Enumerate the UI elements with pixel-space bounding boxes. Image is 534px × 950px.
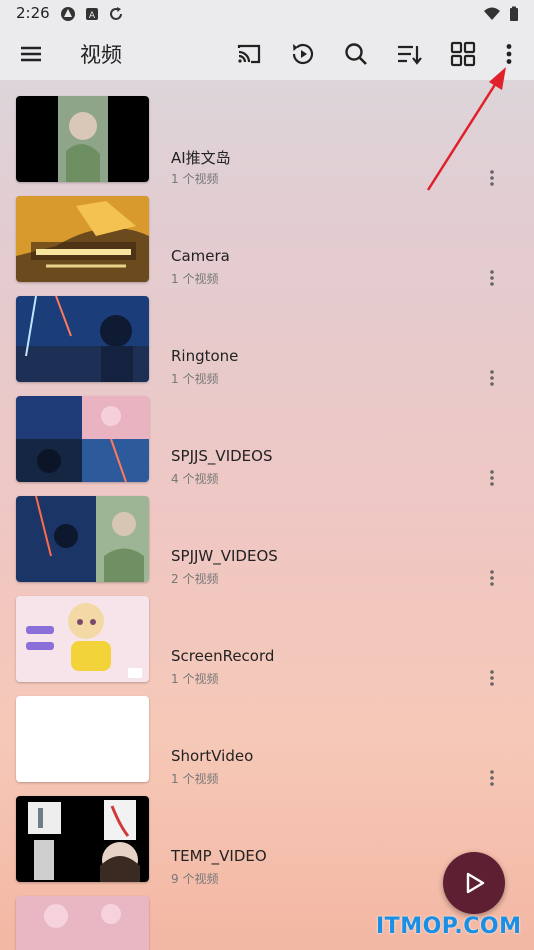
a-badge-icon: A: [86, 8, 98, 21]
battery-icon: [510, 6, 518, 21]
more-vert-icon[interactable]: [480, 166, 504, 190]
wifi-icon: [484, 7, 500, 20]
folder-thumbnail: [16, 796, 149, 882]
more-vert-icon[interactable]: [493, 38, 525, 70]
folder-row[interactable]: SPJJS_VIDEOS 4 个视频: [0, 396, 534, 486]
status-time: 2:26: [16, 4, 50, 22]
folder-thumbnail: [16, 196, 149, 282]
folder-video-count: 4 个视频: [171, 472, 219, 486]
folder-row[interactable]: ShortVideo 1 个视频: [0, 696, 534, 786]
folder-thumbnail: [16, 96, 149, 182]
history-icon[interactable]: [287, 38, 319, 70]
folder-row[interactable]: AI推文岛 1 个视频: [0, 96, 534, 186]
svg-text:A: A: [89, 11, 96, 21]
more-vert-icon[interactable]: [480, 666, 504, 690]
folder-name: SPJJS_VIDEOS: [171, 447, 273, 465]
watermark: ITMOP.COM: [376, 914, 522, 939]
folder-video-count: 1 个视频: [171, 272, 219, 286]
top-app-bar: 视频: [0, 28, 534, 80]
folder-name: ScreenRecord: [171, 647, 275, 665]
folder-thumbnail: [16, 596, 149, 682]
folder-name: AI推文岛: [171, 149, 231, 167]
more-vert-icon[interactable]: [480, 366, 504, 390]
folder-row[interactable]: Ringtone 1 个视频: [0, 296, 534, 386]
menu-icon[interactable]: [15, 38, 47, 70]
sync-icon: [110, 7, 122, 20]
sort-icon[interactable]: [393, 38, 425, 70]
page-title: 视频: [80, 43, 122, 67]
folder-thumbnail: [16, 396, 149, 482]
folder-row[interactable]: SPJJW_VIDEOS 2 个视频: [0, 496, 534, 586]
play-fab-button[interactable]: [443, 852, 505, 914]
folder-video-count: 9 个视频: [171, 872, 219, 886]
folder-video-count: 1 个视频: [171, 372, 219, 386]
cast-icon[interactable]: [233, 38, 265, 70]
app-notification-icon: [61, 7, 75, 21]
grid-view-icon[interactable]: [447, 38, 479, 70]
folder-video-count: 1 个视频: [171, 172, 219, 186]
folder-name: ShortVideo: [171, 747, 254, 765]
folder-video-count: 1 个视频: [171, 772, 219, 786]
folder-thumbnail: [16, 896, 149, 950]
folder-video-count: 2 个视频: [171, 572, 219, 586]
folder-thumbnail: [16, 696, 149, 782]
video-folders-screen: 2:26 A 视频 AI推文岛 1 个视频 Camera 1 个视频 Ringt…: [0, 0, 534, 950]
more-vert-icon[interactable]: [480, 566, 504, 590]
folder-name: SPJJW_VIDEOS: [171, 547, 278, 565]
more-vert-icon[interactable]: [480, 266, 504, 290]
more-vert-icon[interactable]: [480, 466, 504, 490]
more-vert-icon[interactable]: [480, 766, 504, 790]
folder-name: Ringtone: [171, 347, 239, 365]
folder-name: Camera: [171, 247, 230, 265]
search-icon[interactable]: [340, 38, 372, 70]
folder-thumbnail: [16, 296, 149, 382]
folder-name: TEMP_VIDEO: [171, 847, 267, 865]
status-bar: 2:26 A: [0, 0, 534, 28]
folder-row[interactable]: ScreenRecord 1 个视频: [0, 596, 534, 686]
folder-video-count: 1 个视频: [171, 672, 219, 686]
folder-row[interactable]: Camera 1 个视频: [0, 196, 534, 286]
play-icon: [466, 872, 485, 894]
folder-thumbnail: [16, 496, 149, 582]
